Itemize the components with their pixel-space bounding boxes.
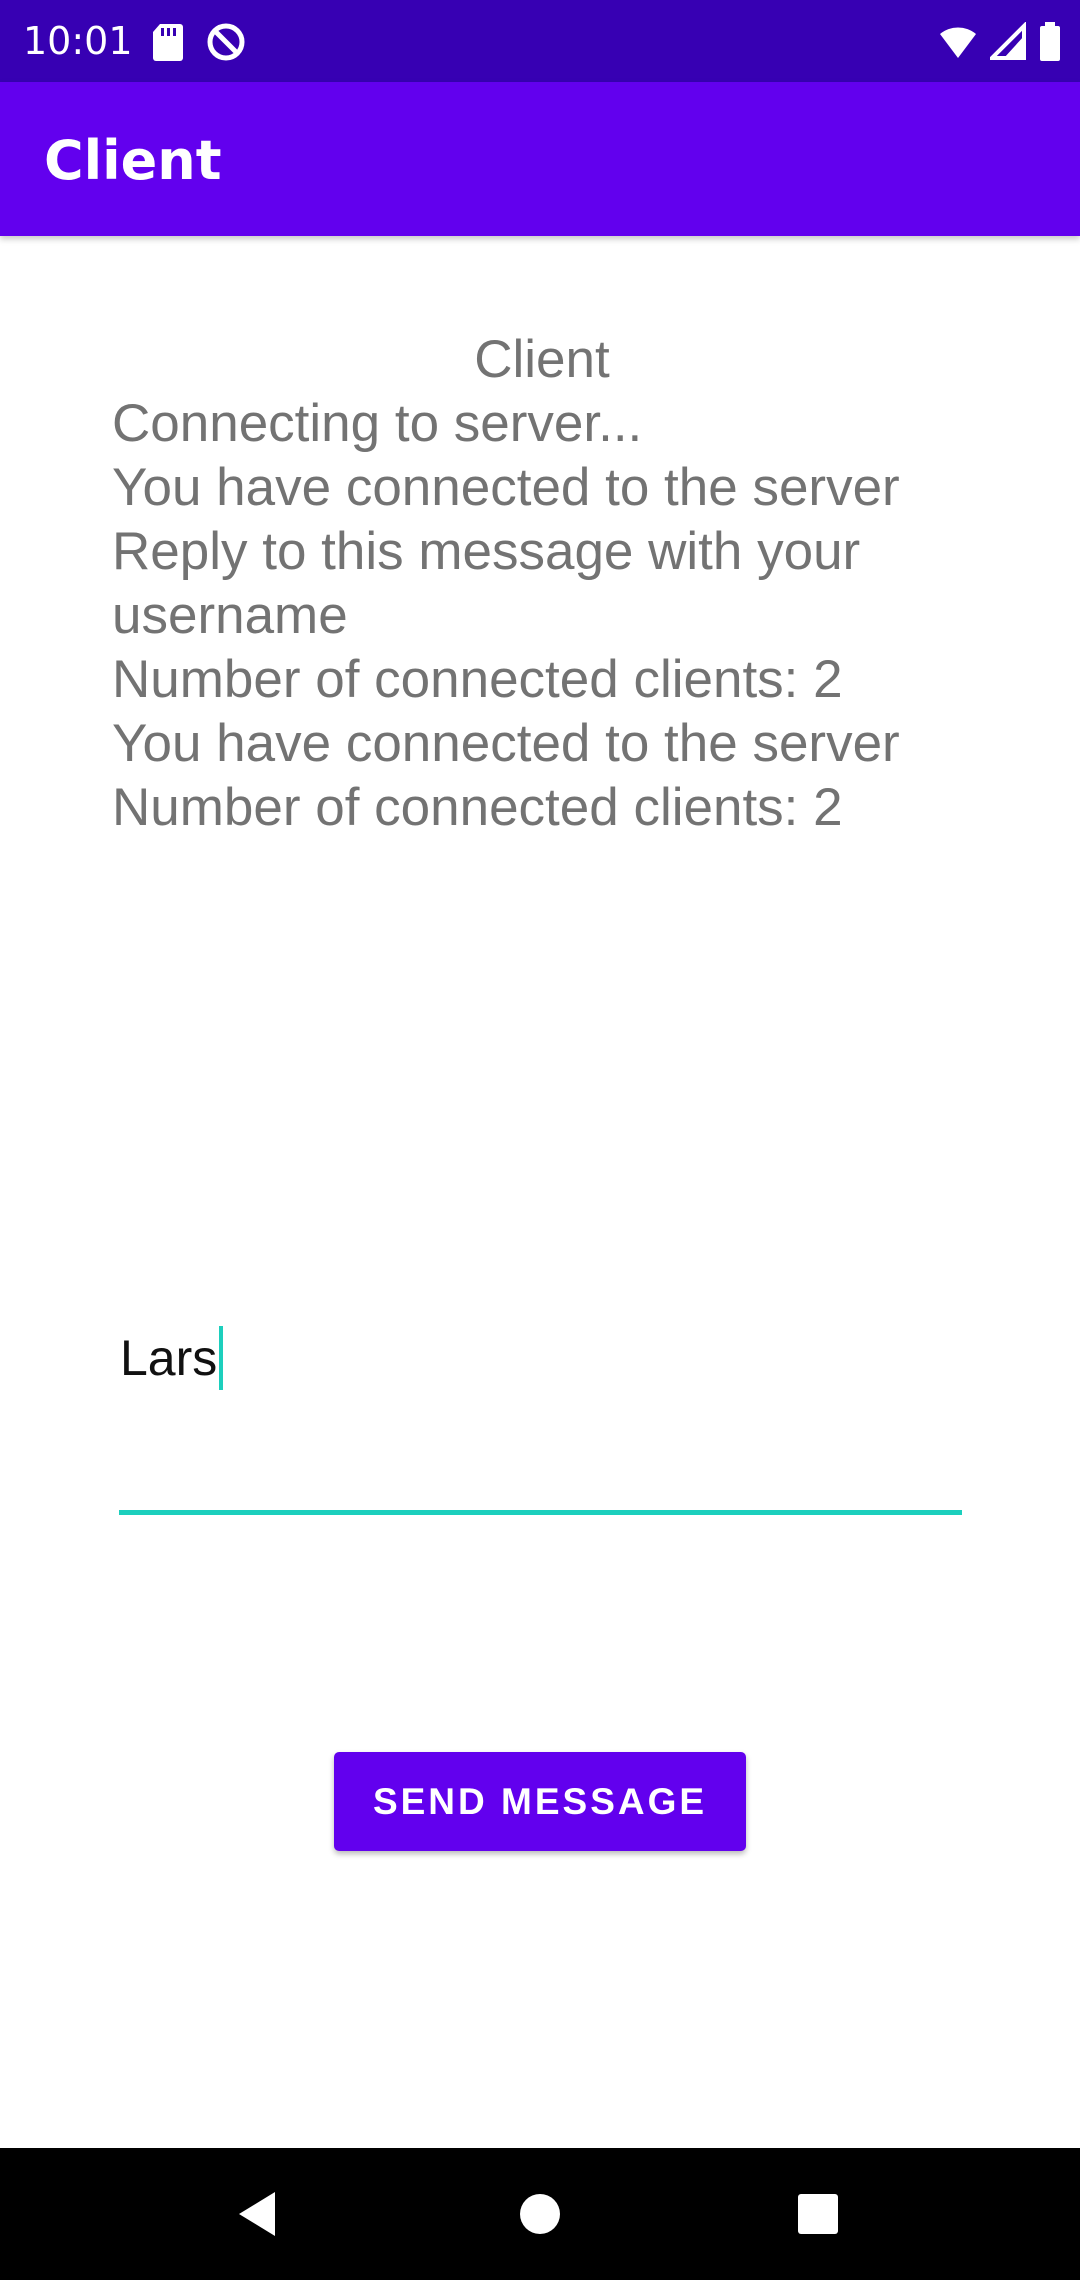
text-cursor [219,1325,224,1390]
status-system-icons [938,21,1062,66]
log-line: You have connected to the server [112,458,900,517]
sd-card-icon [150,22,184,66]
cell-signal-icon [987,21,1026,66]
log-line: You have connected to the server [112,714,900,773]
log-line: Connecting to server... [112,394,643,453]
message-log: Client Connecting to server... You have … [112,328,972,840]
send-message-button[interactable]: SEND MESSAGE [334,1752,746,1851]
recents-icon[interactable] [786,2182,850,2246]
status-bar: 10:01 [0,0,1080,82]
message-input-value[interactable]: Lars [120,1325,224,1394]
message-input[interactable]: Lars [119,1310,962,1518]
status-time: 10:01 [23,19,133,63]
input-underline [119,1510,962,1515]
console-title: Client [474,330,610,389]
back-icon[interactable] [227,2182,291,2246]
log-line: Number of connected clients: 2 [112,778,843,837]
home-icon[interactable] [508,2182,572,2246]
navigation-bar [0,2148,1080,2280]
log-line: Number of connected clients: 2 [112,650,843,709]
battery-icon [1038,22,1062,66]
app-bar: Client [0,82,1080,236]
log-line: Reply to this message with your username [112,522,861,645]
status-notification-icons [150,22,246,66]
message-input-text: Lars [120,1330,218,1386]
wifi-icon [938,22,978,66]
at-sign-icon [206,22,246,66]
app-title: Client [44,129,222,192]
